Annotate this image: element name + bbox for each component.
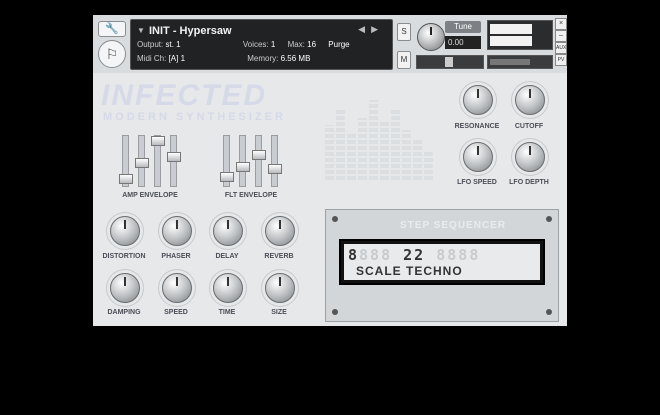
damping-label: DAMPING — [107, 309, 141, 316]
resonance-knob[interactable] — [463, 85, 493, 115]
amp-decay-slider[interactable] — [135, 135, 149, 187]
damping-knob[interactable] — [110, 273, 140, 303]
reverb-knob[interactable] — [265, 216, 295, 246]
voices-value: 1 — [270, 40, 276, 49]
memory-value: 6.56 MB — [280, 54, 311, 63]
midi-value[interactable]: [A] 1 — [169, 54, 185, 63]
output-value[interactable]: st. 1 — [165, 40, 180, 49]
lfo-speed-knob[interactable] — [463, 142, 493, 172]
slider-cap[interactable] — [252, 150, 266, 160]
sequencer-steps[interactable]: 8888 22 8888 — [348, 246, 480, 264]
memory-label: Memory: — [247, 54, 279, 63]
flt-attack-slider[interactable] — [220, 135, 234, 187]
purge-button[interactable]: Purge — [328, 40, 349, 49]
slider-cap[interactable] — [236, 162, 250, 172]
slider-cap[interactable] — [167, 152, 181, 162]
delay-label: DELAY — [215, 253, 239, 260]
flt-release-slider[interactable] — [268, 135, 282, 187]
sequencer-display-screen: 8888 22 8888 SCALE TECHNO — [344, 244, 540, 280]
slider-cap[interactable] — [135, 158, 149, 168]
preset-arrows-icon[interactable]: ◀▶ — [358, 24, 384, 35]
steps-pattern[interactable]: 22 — [392, 246, 436, 264]
volume-fill — [490, 59, 530, 65]
lfo-speed-label: LFO SPEED — [457, 179, 497, 186]
lfo-depth-knob[interactable] — [515, 142, 545, 172]
max-value[interactable]: 16 — [307, 40, 316, 49]
speed-knob[interactable] — [162, 273, 192, 303]
tune-label: Tune — [445, 21, 481, 33]
time-knob[interactable] — [213, 273, 243, 303]
pan-slider[interactable] — [416, 55, 484, 69]
lfo-depth-label: LFO DEPTH — [509, 179, 549, 186]
screw-icon — [332, 309, 338, 315]
step-sequencer-panel: STEP SEQUENCER 8888 22 8888 SCALE TECHNO — [325, 209, 559, 322]
meter-left — [490, 24, 532, 34]
voices-label: Voices: — [242, 40, 269, 49]
instrument-header: 🔧 ⚐ ▼ INIT - Hypersaw ◀▶ Output: st. 1 V… — [93, 15, 567, 73]
wrench-icon[interactable]: 🔧 — [98, 21, 126, 37]
aux-button[interactable]: AUX — [555, 42, 567, 54]
level-meter — [487, 20, 553, 50]
synth-window: 🔧 ⚐ ▼ INIT - Hypersaw ◀▶ Output: st. 1 V… — [93, 15, 567, 326]
close-icon[interactable]: × — [555, 18, 567, 30]
instrument-logo-icon[interactable]: ⚐ — [98, 40, 126, 68]
instrument-name[interactable]: INIT - Hypersaw — [149, 25, 232, 37]
distortion-label: DISTORTION — [102, 253, 146, 260]
collapse-triangle-icon[interactable]: ▼ — [137, 26, 145, 35]
brand-subtitle: MODERN SYNTHESIZER — [103, 111, 286, 123]
brand-title: INFECTED — [101, 79, 267, 112]
reverb-label: REVERB — [264, 253, 294, 260]
flt-sustain-slider[interactable] — [252, 135, 266, 187]
decorative-equalizer — [325, 90, 445, 180]
screw-icon — [546, 216, 552, 222]
tune-value[interactable]: 0.00 — [445, 36, 481, 49]
speed-label: SPEED — [164, 309, 188, 316]
phaser-label: PHASER — [161, 253, 191, 260]
distortion-knob[interactable] — [110, 216, 140, 246]
sequencer-display[interactable]: 8888 22 8888 SCALE TECHNO — [339, 239, 545, 285]
cutoff-label: CUTOFF — [514, 123, 544, 130]
slider-cap[interactable] — [220, 172, 234, 182]
sequencer-scale[interactable]: SCALE TECHNO — [356, 264, 463, 278]
delay-knob[interactable] — [213, 216, 243, 246]
slider-cap[interactable] — [119, 174, 133, 184]
tune-knob[interactable] — [417, 23, 445, 51]
screw-icon — [546, 309, 552, 315]
steps-count[interactable]: 8 — [348, 246, 359, 264]
size-label: SIZE — [271, 309, 287, 316]
amp-attack-slider[interactable] — [119, 135, 133, 187]
slider-cap[interactable] — [151, 136, 165, 146]
step-sequencer-title: STEP SEQUENCER — [400, 220, 507, 231]
amp-release-slider[interactable] — [167, 135, 181, 187]
flt-envelope-label: FLT ENVELOPE — [224, 192, 278, 199]
screw-icon — [332, 216, 338, 222]
size-knob[interactable] — [265, 273, 295, 303]
flt-decay-slider[interactable] — [236, 135, 250, 187]
minimize-icon[interactable]: – — [555, 30, 567, 42]
solo-button[interactable]: S — [397, 23, 411, 41]
output-label: Output: — [137, 40, 164, 49]
mute-button[interactable]: M — [397, 51, 411, 69]
slider-cap[interactable] — [268, 164, 282, 174]
max-label: Max: — [287, 40, 305, 49]
instrument-info-box: ▼ INIT - Hypersaw ◀▶ Output: st. 1 Voice… — [130, 19, 393, 70]
pv-button[interactable]: PV — [555, 54, 567, 66]
time-label: TIME — [218, 309, 236, 316]
meter-right — [490, 36, 532, 46]
resonance-label: RESONANCE — [454, 123, 500, 130]
pan-thumb[interactable] — [445, 57, 453, 67]
amp-sustain-slider[interactable] — [151, 135, 165, 187]
midi-label: Midi Ch: — [137, 54, 167, 63]
output-row: Output: st. 1 Voices: 1 Max: 16 Purge — [137, 40, 350, 49]
volume-slider[interactable] — [487, 55, 553, 69]
amp-envelope-label: AMP ENVELOPE — [122, 192, 178, 199]
phaser-knob[interactable] — [162, 216, 192, 246]
cutoff-knob[interactable] — [515, 85, 545, 115]
midi-row: Midi Ch: [A] 1 Memory: 6.56 MB — [137, 54, 310, 63]
